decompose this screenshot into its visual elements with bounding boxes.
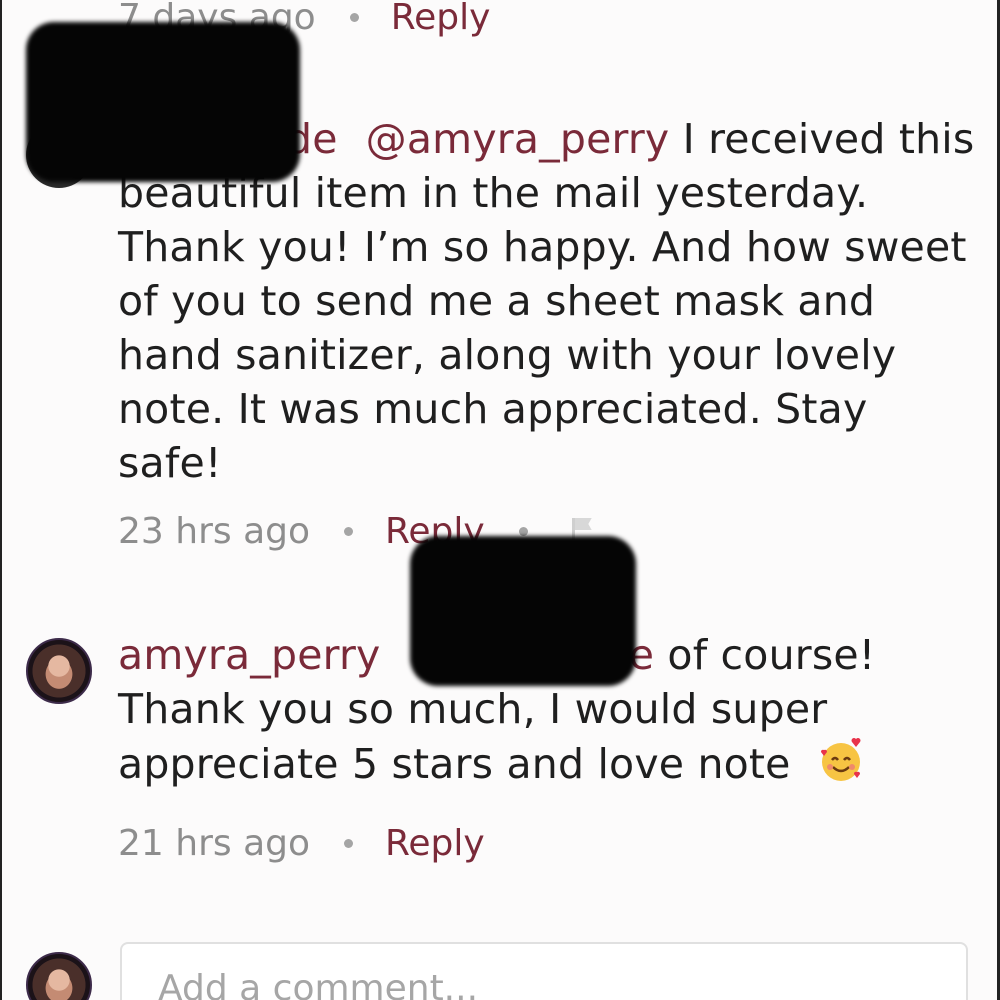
comment-timestamp: 23 hrs ago	[118, 510, 311, 552]
left-edge	[0, 0, 2, 1000]
separator-dot	[518, 526, 528, 536]
separator-dot	[349, 12, 359, 22]
separator-dot	[344, 526, 354, 536]
separator-dot	[344, 838, 354, 848]
comment-input-placeholder: Add a comment...	[158, 968, 479, 1000]
comment-timestamp: 21 hrs ago	[118, 822, 311, 864]
reply-link[interactable]: Reply	[391, 0, 491, 38]
comments-screen: 7 days ago Reply de @amyra_perry I receiv…	[0, 0, 1000, 1000]
avatar[interactable]	[26, 638, 92, 704]
reply-link[interactable]: Reply	[385, 823, 485, 864]
mention-link[interactable]: @amyra_perry	[366, 115, 670, 163]
redaction-block	[410, 536, 636, 686]
comment-username[interactable]: amyra_perry	[118, 631, 381, 679]
comment-input[interactable]: Add a comment...	[120, 942, 968, 1000]
avatar	[26, 952, 92, 1000]
redaction-block	[26, 22, 300, 182]
smiling-face-with-hearts-icon	[820, 738, 861, 781]
comment-meta-3: 21 hrs ago Reply	[118, 818, 485, 868]
